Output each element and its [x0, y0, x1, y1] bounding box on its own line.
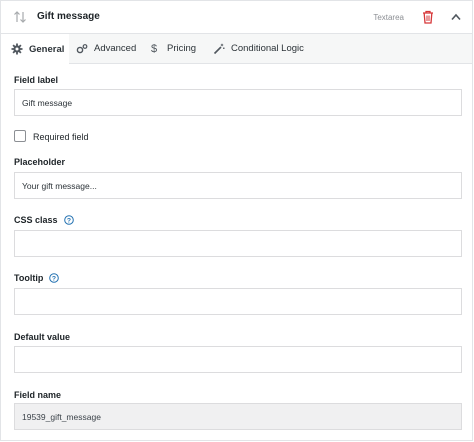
dollar-icon: $: [151, 42, 158, 55]
field-label-input[interactable]: Gift message: [14, 89, 462, 116]
placeholder-label: Placeholder: [14, 157, 66, 167]
gears-icon: [76, 43, 88, 53]
field-editor-panel: Gift message Textarea General Advanced $…: [0, 0, 473, 441]
tab-bar: General Advanced $ Pricing Conditional L…: [1, 34, 472, 64]
chevron-up-icon[interactable]: [451, 13, 461, 21]
field-type-label: Textarea: [373, 13, 404, 22]
required-field-label: Required field: [33, 132, 89, 142]
tab-pricing-label: Pricing: [167, 43, 197, 54]
tooltip-label-row: Tooltip ?: [14, 273, 60, 283]
css-class-label: CSS class: [14, 215, 58, 225]
tab-general[interactable]: General: [1, 34, 69, 64]
tooltip-label: Tooltip: [14, 273, 44, 283]
help-icon[interactable]: ?: [49, 273, 60, 283]
gear-icon: [11, 43, 23, 55]
placeholder-input[interactable]: Your gift message...: [14, 172, 462, 199]
field-label-label: Field label: [14, 75, 59, 85]
default-value-input[interactable]: [14, 346, 462, 373]
sort-arrows-icon[interactable]: [13, 10, 27, 24]
magic-wand-icon: [213, 43, 225, 54]
tab-advanced-label: Advanced: [94, 43, 137, 54]
css-class-input[interactable]: [14, 230, 462, 257]
field-header[interactable]: Gift message Textarea: [1, 1, 472, 34]
trash-icon[interactable]: [422, 10, 434, 24]
default-value-label: Default value: [14, 332, 71, 342]
tooltip-input[interactable]: [14, 288, 462, 315]
field-name-input: 19539_gift_message: [14, 403, 462, 430]
field-title: Gift message: [37, 11, 100, 22]
svg-text:?: ?: [52, 276, 56, 283]
tab-conditional-logic[interactable]: Conditional Logic: [213, 34, 304, 63]
css-class-label-row: CSS class ?: [14, 215, 74, 225]
required-field-checkbox[interactable]: [14, 130, 26, 142]
tab-pricing[interactable]: $ Pricing: [151, 34, 196, 63]
field-name-label: Field name: [14, 390, 62, 400]
tab-general-label: General: [29, 43, 65, 55]
help-icon[interactable]: ?: [63, 215, 74, 225]
tab-conditional-logic-label: Conditional Logic: [231, 43, 304, 54]
tab-advanced[interactable]: Advanced: [76, 34, 136, 63]
svg-text:?: ?: [66, 218, 70, 225]
